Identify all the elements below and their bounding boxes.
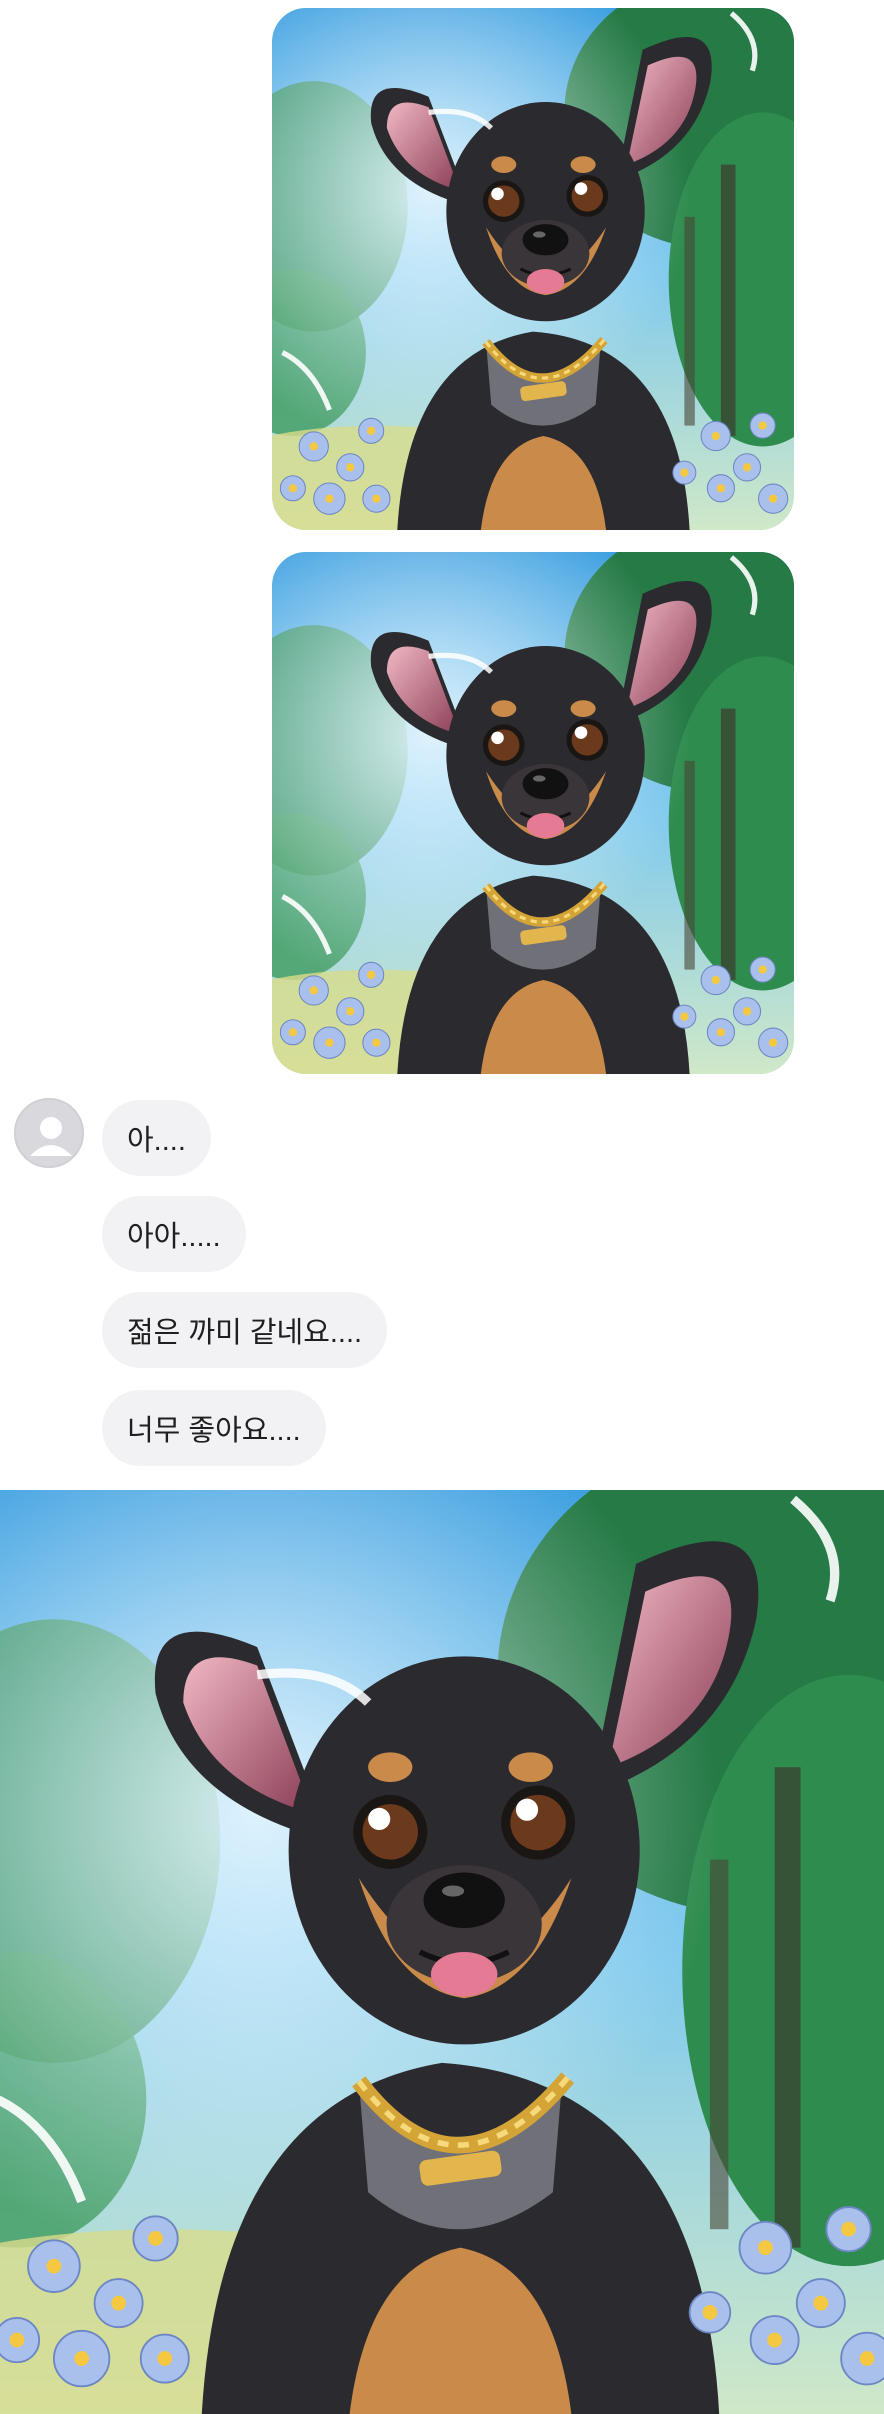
user-silhouette-icon (30, 1117, 72, 1156)
dog-illustration (272, 8, 794, 530)
dog-illustration (272, 552, 794, 1074)
sent-image-message[interactable] (272, 552, 794, 1074)
received-message-bubble[interactable]: 아아..... (102, 1196, 246, 1272)
received-image-message[interactable] (0, 1490, 884, 2414)
received-message-bubble[interactable]: 젊은 까미 같네요.... (102, 1292, 388, 1368)
dog-illustration (0, 1490, 884, 2414)
received-message-bubble[interactable]: 아.... (102, 1100, 211, 1176)
avatar[interactable] (14, 1098, 84, 1168)
sent-image-message[interactable] (272, 8, 794, 530)
received-message-bubble[interactable]: 너무 좋아요.... (102, 1390, 326, 1466)
chat-view: 아.... 아아..... 젊은 까미 같네요.... 너무 좋아요.... (0, 0, 884, 2414)
